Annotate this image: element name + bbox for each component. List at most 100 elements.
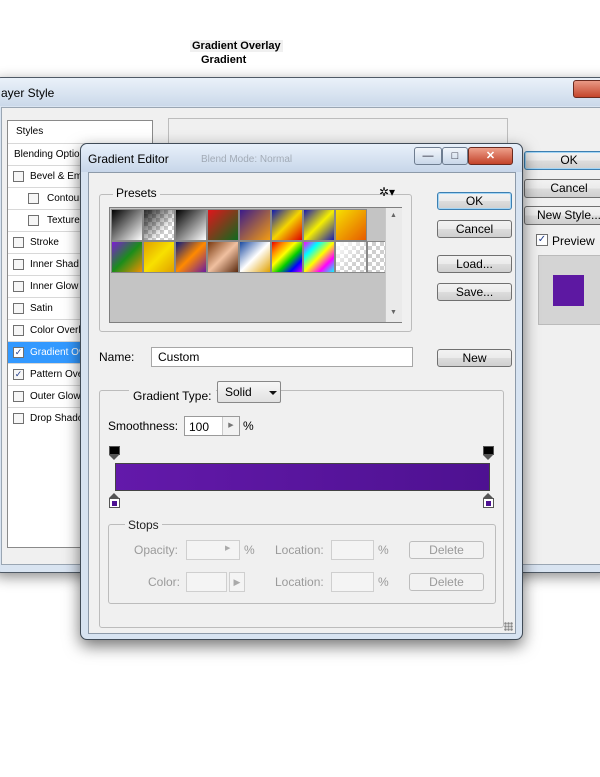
new-style-button[interactable]: New Style... — [524, 206, 600, 225]
preset-swatch[interactable] — [239, 241, 271, 273]
style-item-checkbox[interactable]: ✓ — [13, 369, 24, 380]
name-label: Name: — [99, 350, 135, 364]
preset-swatch[interactable] — [207, 209, 239, 241]
style-item-checkbox[interactable] — [13, 391, 24, 402]
styles-header[interactable]: Styles — [16, 126, 43, 137]
preset-swatches: ▲ ▼ — [109, 207, 402, 323]
layer-style-titlebar[interactable]: ayer Style — [0, 78, 600, 106]
opacity-location-field[interactable] — [331, 540, 374, 560]
save-button[interactable]: Save... — [437, 283, 512, 301]
maximize-button[interactable]: □ — [442, 147, 468, 165]
ghost-blend-mode-text: Blend Mode: Normal — [201, 154, 293, 165]
layer-style-ok-button[interactable]: OK — [524, 151, 600, 170]
style-item-label: Inner Shad — [30, 259, 79, 270]
style-item-label: Contour — [47, 193, 83, 204]
preset-swatch[interactable] — [335, 241, 367, 273]
opacity-stop-left[interactable] — [109, 446, 120, 460]
color-stop-left[interactable] — [109, 493, 120, 509]
resize-grip-icon[interactable] — [504, 622, 513, 631]
gradient-editor-window: Gradient Editor Blend Mode: Normal — □ ✕… — [80, 143, 523, 640]
color-stop-right[interactable] — [483, 493, 494, 509]
smoothness-stepper-icon[interactable]: ▶ — [222, 417, 239, 435]
color-swatch-field[interactable] — [186, 572, 227, 592]
opacity-stepper-icon[interactable]: ▶ — [225, 544, 230, 552]
style-item-checkbox[interactable]: ✓ — [13, 347, 24, 358]
preset-swatch[interactable] — [175, 209, 207, 241]
preview-checkbox[interactable]: ✓ — [536, 234, 548, 246]
blending-options-label: Blending Optio — [14, 149, 80, 160]
close-icon[interactable] — [573, 80, 600, 98]
preview-swatch — [553, 275, 584, 306]
style-item-checkbox[interactable] — [28, 193, 39, 204]
stops-label: Stops — [125, 518, 162, 532]
gradient-type-select[interactable]: Solid — [217, 381, 281, 403]
style-preview — [538, 255, 600, 325]
preset-swatch[interactable] — [271, 209, 303, 241]
preset-swatch[interactable] — [335, 209, 367, 241]
name-field[interactable] — [151, 347, 413, 367]
preset-swatch[interactable] — [207, 241, 239, 273]
opacity-stop-right[interactable] — [483, 446, 494, 460]
preset-swatch[interactable] — [111, 241, 143, 273]
style-item-label: Gradient Ov — [30, 347, 84, 358]
style-item-checkbox[interactable] — [13, 325, 24, 336]
maximize-icon: □ — [451, 150, 459, 162]
color-location-unit: % — [378, 575, 389, 589]
preset-swatch[interactable] — [175, 241, 207, 273]
preset-swatch[interactable] — [303, 209, 335, 241]
smoothness-value: 100 — [189, 420, 210, 434]
delete-color-stop-button[interactable]: Delete — [409, 573, 484, 591]
style-item-label: Stroke — [30, 237, 59, 248]
style-item-checkbox[interactable] — [28, 215, 39, 226]
layer-style-title: ayer Style — [1, 86, 55, 100]
cancel-button[interactable]: Cancel — [437, 220, 512, 238]
style-item-checkbox[interactable] — [13, 171, 24, 182]
preset-scrollbar[interactable]: ▲ ▼ — [385, 208, 402, 322]
color-location-field[interactable] — [331, 572, 374, 592]
preset-swatch[interactable] — [111, 209, 143, 241]
gradient-preview-bar[interactable] — [115, 463, 490, 491]
opacity-unit: % — [244, 543, 255, 557]
style-item-label: Satin — [30, 303, 53, 314]
opacity-label: Opacity: — [134, 543, 179, 557]
minimize-button[interactable]: — — [414, 147, 442, 165]
gradient-editor-close-button[interactable]: ✕ — [468, 147, 513, 165]
stops-group — [108, 524, 496, 604]
gradient-type-label: Gradient Type: — [129, 389, 216, 403]
style-item-label: Pattern Ove — [30, 369, 84, 380]
ok-button[interactable]: OK — [437, 192, 512, 210]
preset-swatch[interactable] — [239, 209, 271, 241]
chevron-down-icon — [269, 391, 277, 395]
delete-opacity-stop-button[interactable]: Delete — [409, 541, 484, 559]
preset-swatch[interactable] — [303, 241, 335, 273]
presets-label: Presets — [113, 186, 160, 200]
layer-style-cancel-button[interactable]: Cancel — [524, 179, 600, 198]
preset-swatch[interactable] — [143, 241, 175, 273]
style-item-checkbox[interactable] — [13, 237, 24, 248]
gradient-overlay-title: Gradient Overlay — [190, 40, 283, 52]
color-picker-arrow-icon[interactable]: ▶ — [229, 572, 245, 592]
style-item-label: Outer Glow — [30, 391, 81, 402]
preset-swatch[interactable] — [143, 209, 175, 241]
opacity-field[interactable]: ▶ — [186, 540, 240, 560]
new-button[interactable]: New — [437, 349, 512, 367]
style-item-checkbox[interactable] — [13, 303, 24, 314]
smoothness-unit: % — [243, 419, 254, 433]
style-item-checkbox[interactable] — [13, 259, 24, 270]
gradient-editor-titlebar[interactable]: Gradient Editor Blend Mode: Normal — □ ✕ — [81, 144, 522, 172]
gradient-type-value: Solid — [225, 385, 252, 399]
style-item-label: Texture — [47, 215, 80, 226]
style-item-checkbox[interactable] — [13, 413, 24, 424]
preset-swatch[interactable] — [271, 241, 303, 273]
opacity-location-label: Location: — [275, 543, 324, 557]
color-location-label: Location: — [275, 575, 324, 589]
gradient-editor-client: Presets ✲▾ ▲ ▼ OK Cancel Load... Save...… — [88, 172, 516, 634]
scroll-down-icon[interactable]: ▼ — [390, 309, 397, 316]
gradient-editor-title: Gradient Editor — [88, 152, 169, 166]
opacity-location-unit: % — [378, 543, 389, 557]
scroll-up-icon[interactable]: ▲ — [390, 212, 397, 219]
style-item-label: Inner Glow — [30, 281, 79, 292]
style-item-checkbox[interactable] — [13, 281, 24, 292]
load-button[interactable]: Load... — [437, 255, 512, 273]
gear-icon[interactable]: ✲▾ — [379, 185, 395, 199]
